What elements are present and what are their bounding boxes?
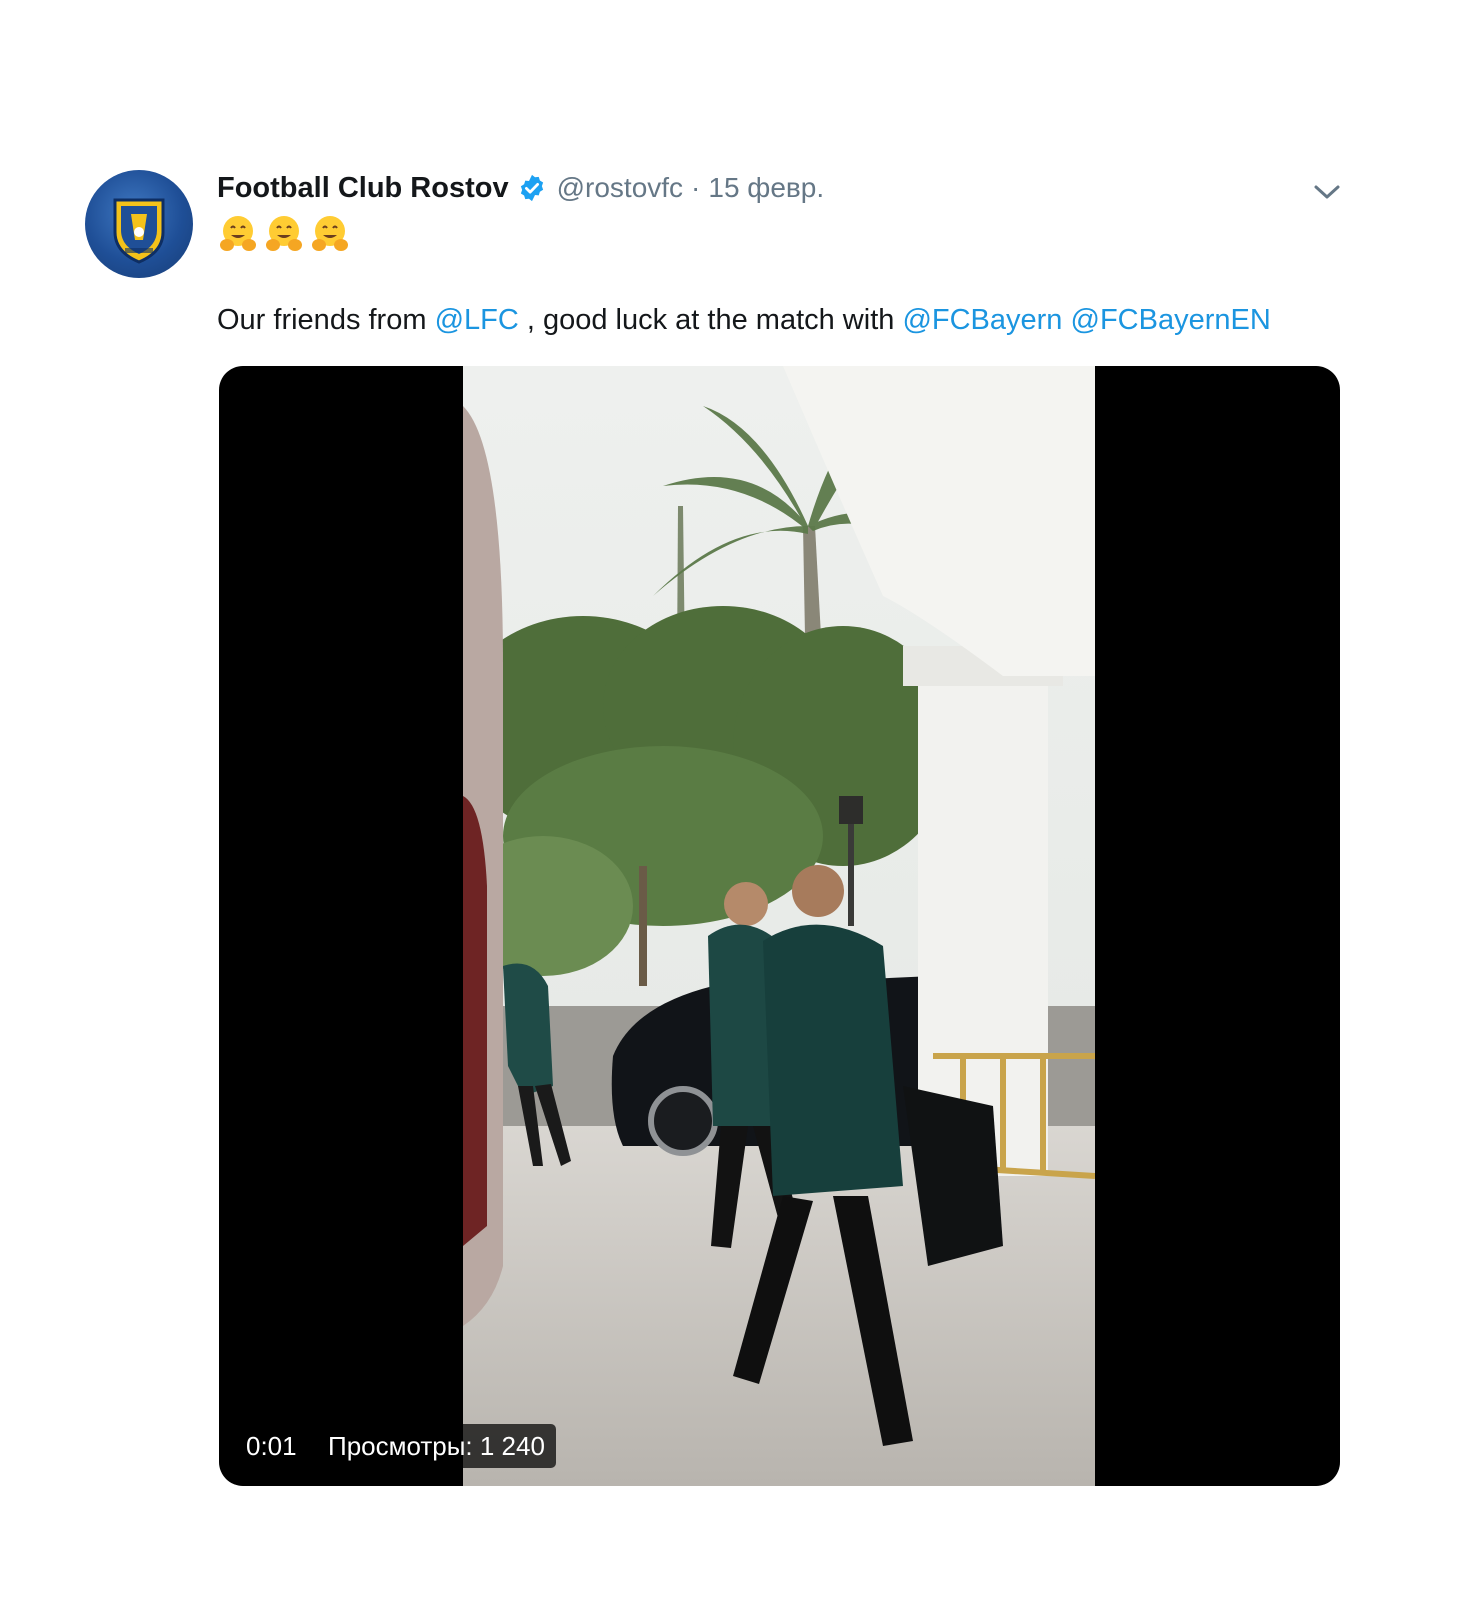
hugging-face-icon xyxy=(309,213,351,255)
tweet-text-part: , good luck at the match with xyxy=(518,304,903,336)
mention-link-fcbayern[interactable]: @FCBayern xyxy=(902,304,1062,336)
tweet-text: Our friends from @LFC , good luck at the… xyxy=(217,300,1271,340)
tweet: Football Club Rostov @rostovfc · 15 февр… xyxy=(0,0,1460,1607)
mention-link-lfc[interactable]: @LFC xyxy=(435,304,519,336)
video-still-image xyxy=(463,366,1095,1486)
avatar[interactable] xyxy=(85,170,193,278)
hugging-face-icon xyxy=(217,213,259,255)
hugging-face-icon xyxy=(263,213,305,255)
video-player[interactable]: 0:01 Просмотры: 1 240 xyxy=(219,366,1340,1486)
tweet-text-part xyxy=(1062,304,1070,336)
club-crest-icon xyxy=(113,198,165,264)
tweet-date[interactable]: 15 февр. xyxy=(708,172,824,204)
video-time-badge: 0:01 xyxy=(235,1424,308,1468)
verified-badge-icon xyxy=(517,173,547,203)
video-frame xyxy=(463,366,1095,1486)
tweet-header: Football Club Rostov @rostovfc · 15 февр… xyxy=(217,168,824,208)
emoji-row xyxy=(217,213,351,255)
video-views-badge: Просмотры: 1 240 xyxy=(317,1424,556,1468)
display-name[interactable]: Football Club Rostov xyxy=(217,172,509,205)
chevron-down-icon[interactable] xyxy=(1312,180,1342,204)
mention-link-fcbayernen[interactable]: @FCBayernEN xyxy=(1071,304,1271,336)
tweet-text-part: Our friends from xyxy=(217,304,435,336)
handle[interactable]: @rostovfc xyxy=(557,172,683,204)
separator-dot: · xyxy=(691,172,701,203)
